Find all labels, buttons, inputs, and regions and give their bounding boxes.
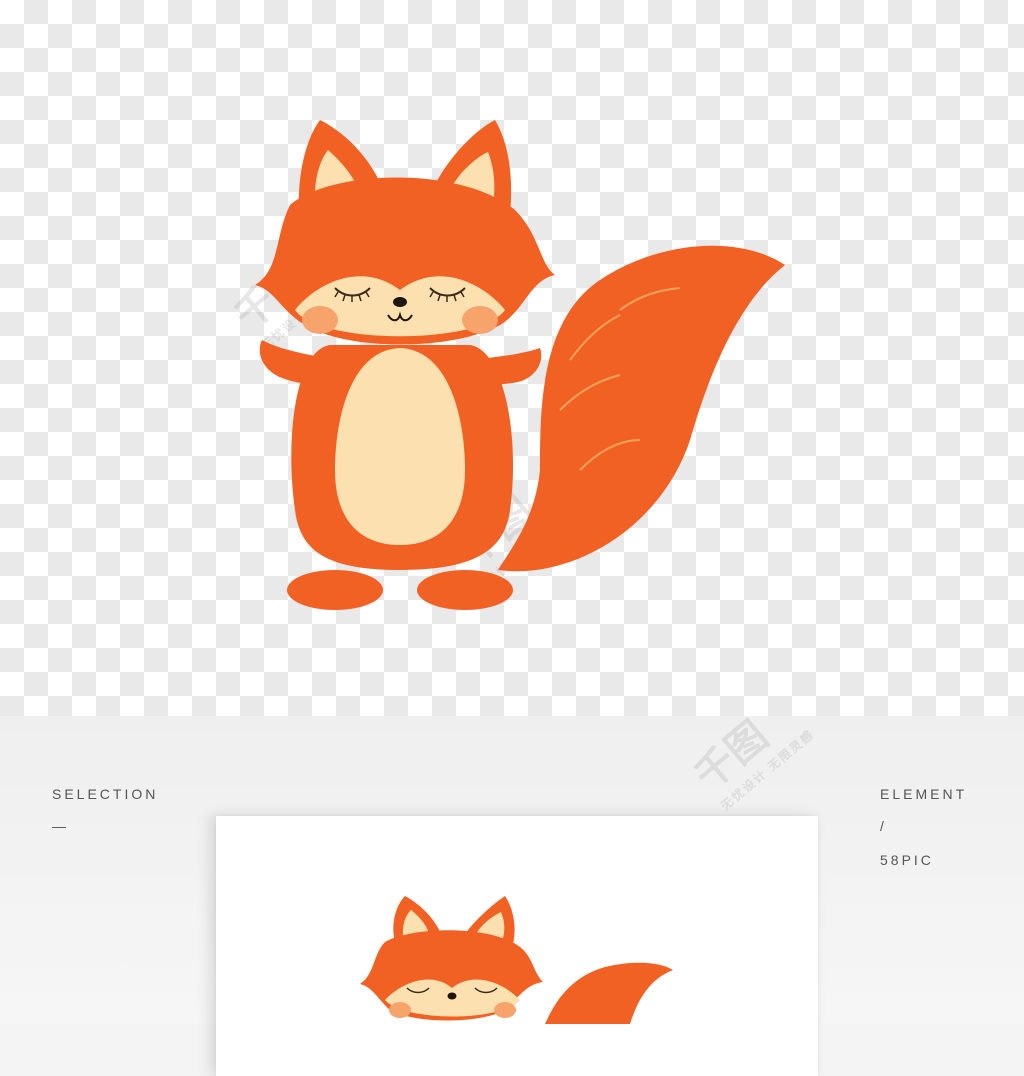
fox-illustration	[255, 120, 785, 610]
label-element: ELEMENT	[880, 786, 968, 802]
fox-left-foot	[287, 570, 383, 610]
fox-nose	[393, 297, 407, 307]
fox-right-foot	[417, 570, 513, 610]
label-slash: /	[880, 818, 887, 834]
fox-preview-illustration	[360, 896, 673, 1024]
label-58pic: 58PIC	[880, 852, 934, 868]
label-dash: —	[52, 818, 69, 834]
fox-left-arm	[259, 340, 335, 384]
label-selection: SELECTION	[52, 786, 159, 802]
fox-left-cheek	[302, 306, 338, 334]
fox-tail	[498, 245, 785, 572]
fox-right-cheek	[462, 306, 498, 334]
